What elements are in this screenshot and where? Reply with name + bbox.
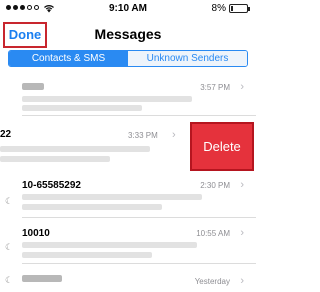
contact-name: 22: [0, 129, 12, 140]
message-time: 2:30 PM: [200, 181, 230, 190]
battery-icon: [229, 4, 250, 13]
message-time: 3:33 PM: [128, 131, 158, 140]
message-preview-redacted: [22, 96, 192, 102]
chevron-right-icon: ›: [240, 179, 244, 191]
tab-contacts-sms[interactable]: Contacts & SMS: [9, 51, 128, 66]
message-preview-redacted: [22, 194, 202, 200]
list-item[interactable]: 3:57 PM ›: [0, 72, 256, 116]
page-title: Messages: [94, 26, 162, 42]
list-item[interactable]: ☾ 10-65585292 2:30 PM ›: [0, 172, 256, 218]
status-bar: 9:10 AM 8%: [0, 0, 256, 18]
battery-percentage: 8%: [211, 3, 226, 14]
chevron-right-icon: ›: [172, 129, 176, 141]
contact-name-redacted: [22, 83, 44, 90]
delete-button[interactable]: Delete: [190, 122, 254, 171]
message-time: Yesterday: [194, 277, 230, 286]
chevron-right-icon: ›: [240, 275, 244, 287]
list-item[interactable]: ☾ 10010 10:55 AM ›: [0, 220, 256, 264]
message-preview-redacted: [22, 105, 142, 111]
chevron-right-icon: ›: [240, 227, 244, 239]
do-not-disturb-icon: ☾: [5, 275, 14, 285]
list-item[interactable]: ☾ Yesterday ›: [0, 266, 256, 292]
do-not-disturb-icon: ☾: [5, 242, 14, 252]
contact-name-redacted: [22, 275, 62, 282]
message-time: 10:55 AM: [196, 229, 230, 238]
navigation-bar: Done Messages: [0, 18, 256, 50]
contact-name: 10010: [22, 228, 50, 239]
message-preview-redacted: [22, 252, 152, 258]
message-preview-redacted: [22, 242, 197, 248]
do-not-disturb-icon: ☾: [5, 196, 14, 206]
message-filter-segmented-control: Contacts & SMS Unknown Senders: [8, 50, 248, 67]
message-preview-redacted: [22, 204, 162, 210]
message-preview-redacted: [0, 156, 110, 162]
message-preview-redacted: [0, 146, 150, 152]
tab-unknown-senders[interactable]: Unknown Senders: [128, 51, 247, 66]
message-time: 3:57 PM: [200, 83, 230, 92]
contact-name: 10-65585292: [22, 180, 81, 191]
chevron-right-icon: ›: [240, 81, 244, 93]
